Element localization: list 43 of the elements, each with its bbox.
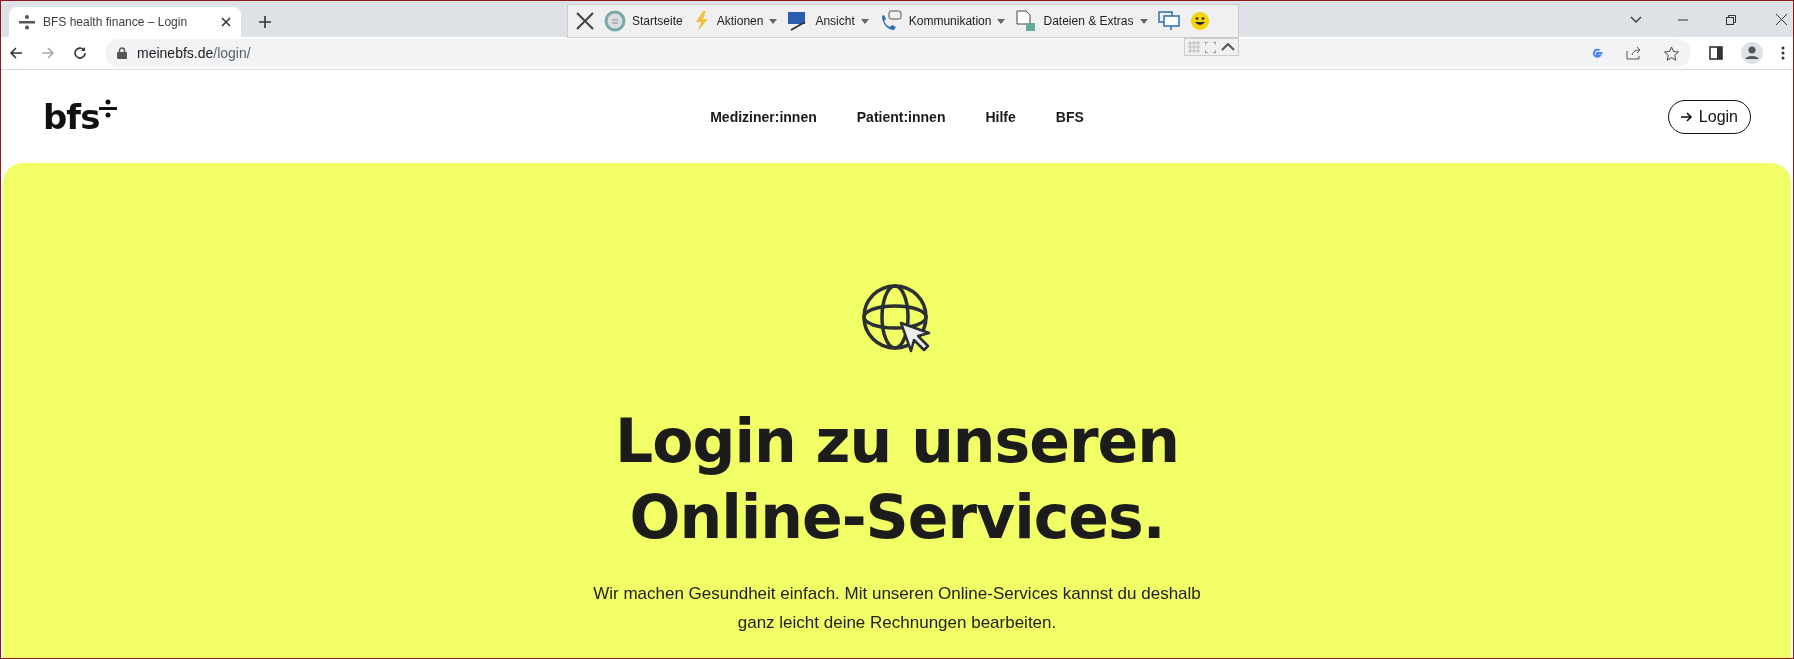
google-g-icon[interactable]	[1590, 46, 1604, 60]
nav-link[interactable]: Hilfe	[985, 108, 1016, 125]
close-icon[interactable]	[221, 17, 231, 27]
address-bar[interactable]: meinebfs.de/login/	[105, 39, 1691, 67]
caret-icon	[1139, 18, 1148, 24]
toolbar-menu-button[interactable]: Startseite	[604, 10, 683, 32]
logo-text: bfs	[43, 96, 100, 137]
fullscreen-icon[interactable]	[1205, 41, 1216, 53]
reload-icon[interactable]	[73, 46, 87, 60]
back-arrow-icon[interactable]	[9, 46, 23, 60]
page-heading: Login zu unseren Online-Services.	[615, 405, 1179, 554]
chevron-down-icon[interactable]	[1630, 16, 1642, 23]
intro-text: Wir machen Gesundheit einfach. Mit unseren Online-Services kannst du deshalb ganz leicht deine Rechnungen bearbeiten.	[593, 583, 1201, 634]
profile-icon[interactable]	[1741, 42, 1763, 64]
caret-icon	[997, 18, 1006, 24]
side-panel-icon[interactable]	[1709, 46, 1723, 60]
caret-icon	[769, 18, 778, 24]
close-icon[interactable]	[1776, 14, 1787, 25]
arrow-right-icon	[1680, 111, 1693, 122]
login-button[interactable]: Login	[1667, 99, 1751, 134]
home-circle-icon	[604, 10, 626, 32]
lock-icon	[117, 47, 127, 59]
new-tab-icon[interactable]	[259, 16, 271, 28]
caret-icon	[860, 18, 869, 24]
share-icon[interactable]	[1626, 46, 1642, 60]
star-icon[interactable]	[1664, 45, 1679, 61]
more-menu-icon[interactable]	[1781, 46, 1785, 60]
tab-title: BFS health finance – Login	[43, 15, 189, 29]
nav-link[interactable]: BFS	[1055, 108, 1084, 125]
toolbar-menu-button[interactable]: Aktionen	[692, 10, 778, 32]
chevron-up-icon[interactable]	[1221, 43, 1236, 51]
toolbar-menu-button[interactable]: Ansicht	[787, 11, 869, 31]
url-text: meinebfs.de/login/	[137, 45, 251, 61]
screens-icon[interactable]	[1157, 11, 1180, 31]
nav-link[interactable]: Mediziner:innen	[710, 108, 817, 125]
globe-cursor-icon	[861, 283, 933, 355]
restore-icon[interactable]	[1726, 15, 1736, 25]
toolbar-menu-button[interactable]: Dateien & Extras	[1015, 10, 1148, 32]
smiley-icon[interactable]	[1189, 11, 1210, 31]
browser-tab[interactable]: BFS health finance – Login	[9, 7, 241, 37]
close-icon[interactable]	[576, 12, 594, 30]
nav-link[interactable]: Patient:innen	[856, 108, 946, 125]
toolbar-menu-button[interactable]: Kommunikation	[878, 10, 1006, 32]
